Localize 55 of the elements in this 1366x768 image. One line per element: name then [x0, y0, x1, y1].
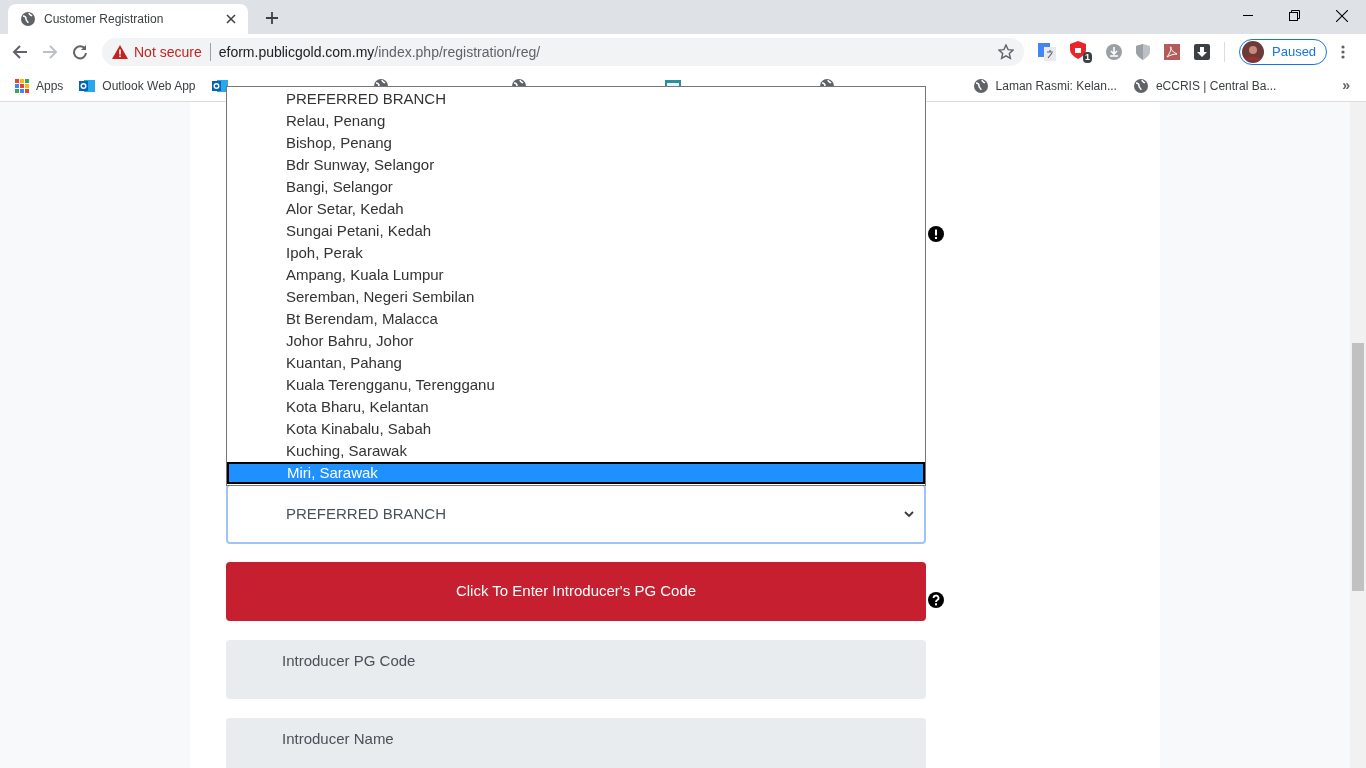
dropdown-option[interactable]: Ipoh, Perak [227, 242, 925, 264]
dropdown-option[interactable]: Johor Bahru, Johor [227, 330, 925, 352]
apps-grid-icon [15, 78, 29, 93]
browser-tab[interactable]: Customer Registration [8, 4, 248, 34]
close-window-icon[interactable] [1336, 10, 1348, 22]
alert-icon [928, 226, 944, 242]
bookmark-item[interactable]: eCCRIS | Central Ba... [1132, 76, 1277, 95]
chevron-down-icon [904, 510, 914, 518]
scrollbar-thumb[interactable] [1352, 343, 1364, 591]
globe-icon [20, 11, 36, 27]
dropdown-option[interactable]: PREFERRED BRANCH [227, 88, 925, 110]
menu-icon[interactable] [1341, 45, 1346, 59]
restore-icon[interactable] [1289, 10, 1300, 21]
dropdown-option[interactable]: Seremban, Negeri Sembilan [227, 286, 925, 308]
download-icon[interactable] [1194, 44, 1210, 60]
bookmark-item[interactable]: Outlook Web App [79, 76, 196, 95]
url-text: eform.publicgold.com.my/index.php/registration/reg/ [218, 42, 542, 62]
dropdown-option[interactable]: Ampang, Kuala Lumpur [227, 264, 925, 286]
dropdown-option[interactable]: Kuala Terengganu, Terengganu [227, 374, 925, 396]
dropdown-option[interactable]: Kota Bharu, Kelantan [227, 396, 925, 418]
warning-icon [112, 45, 128, 59]
pdf-icon[interactable] [1164, 44, 1180, 60]
reload-icon[interactable] [72, 44, 88, 60]
more-bookmarks-button[interactable]: » [1342, 75, 1350, 96]
translate-icon[interactable] [1038, 43, 1056, 61]
close-icon[interactable] [226, 14, 236, 24]
globe-icon [1132, 77, 1149, 94]
outlook-icon [79, 77, 96, 94]
dropdown-option[interactable]: Bangi, Selangor [227, 176, 925, 198]
dropdown-option[interactable]: Sungai Petani, Kedah [227, 220, 925, 242]
text-field[interactable]: Introducer Name [226, 718, 926, 768]
avatar-icon [1242, 41, 1264, 63]
tab-title: Customer Registration [44, 11, 165, 28]
dropdown-option[interactable]: Alor Setar, Kedah [227, 198, 925, 220]
dropdown-option[interactable]: Bishop, Penang [227, 132, 925, 154]
star-icon[interactable] [998, 44, 1014, 60]
branch-select[interactable]: PREFERRED BRANCH [226, 484, 926, 544]
extension-badge: 1 [1083, 52, 1092, 63]
bookmark-item[interactable]: Laman Rasmi: Kelan... [972, 76, 1117, 95]
new-tab-icon[interactable] [266, 12, 278, 24]
back-arrow-icon[interactable] [12, 44, 28, 60]
dropdown-option[interactable]: Kuantan, Pahang [227, 352, 925, 374]
bookmark-item[interactable]: Apps [15, 76, 64, 95]
address-bar[interactable]: Not secure eform.publicgold.com.my/index.php/registration/reg/ [102, 38, 1024, 66]
security-label: Not secure [134, 42, 202, 62]
help-icon[interactable] [928, 592, 944, 608]
text-field[interactable]: Introducer PG Code [226, 640, 926, 699]
dropdown-option[interactable]: Kota Kinabalu, Sabah [227, 418, 925, 440]
dropdown-option[interactable]: Kuching, Sarawak [227, 440, 925, 462]
dropdown-option[interactable]: Bdr Sunway, Selangor [227, 154, 925, 176]
introducer-button[interactable]: Click To Enter Introducer's PG Code [226, 562, 926, 621]
shield-icon[interactable] [1070, 41, 1086, 59]
globe-icon [972, 77, 989, 94]
dropdown-option[interactable]: Bt Berendam, Malacca [227, 308, 925, 330]
dropdown-option[interactable]: Relau, Penang [227, 110, 925, 132]
